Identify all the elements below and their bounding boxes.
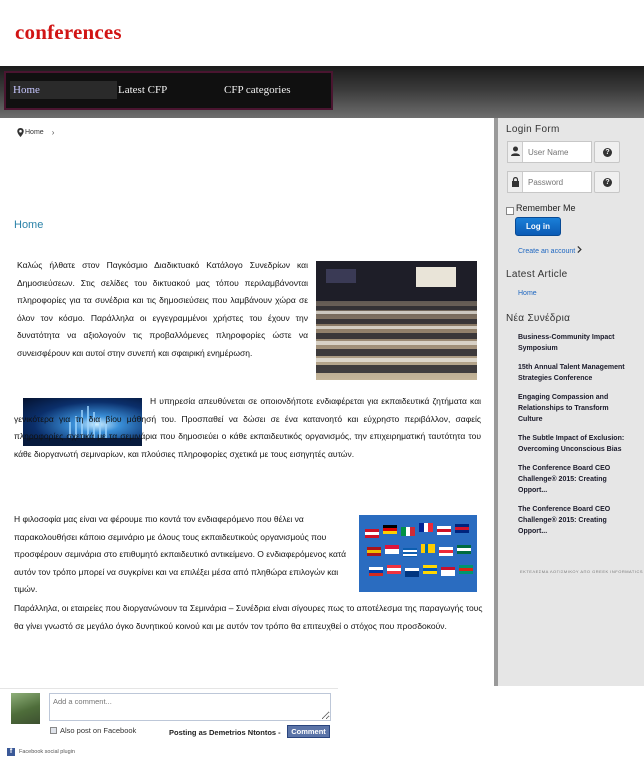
- remember-me[interactable]: Remember Me: [506, 203, 576, 215]
- comment-button[interactable]: Comment: [287, 725, 330, 738]
- latest-article-link[interactable]: Home: [518, 290, 537, 297]
- sidebar-footer-credit: ΕΚΤΕΛΕΣΜΑ ΛΟΓΙΣΜΙΚΟΥ ΑΠΟ GREEK INFORMATI…: [520, 569, 644, 574]
- facebook-comments: Also post on Facebook Posting as Demetri…: [0, 688, 338, 768]
- philosophy-paragraph: Η φιλοσοφία μας είναι να φέρουμε πιο κον…: [14, 514, 347, 594]
- facebook-plugin-text: Facebook social plugin: [19, 749, 75, 755]
- latest-article-heading: Latest Article: [506, 269, 568, 280]
- eu-flags-image: [359, 515, 477, 592]
- conference-item[interactable]: Engaging Compassion and Relationships to…: [518, 392, 626, 425]
- sidebar: Login Form ? ? Remember Me Log in Create…: [494, 118, 644, 686]
- password-field: [507, 171, 592, 193]
- facebook-plugin-label[interactable]: f Facebook social plugin: [7, 748, 75, 756]
- avatar: [11, 693, 40, 724]
- password-input[interactable]: [524, 172, 591, 192]
- conference-item[interactable]: The Subtle Impact of Exclusion: Overcomi…: [518, 433, 626, 455]
- nav-item-cfp-categories[interactable]: CFP categories: [224, 81, 324, 99]
- question-icon: ?: [603, 148, 612, 157]
- comment-input[interactable]: [49, 693, 331, 721]
- create-account-label: Create an account: [518, 248, 576, 255]
- question-icon: ?: [603, 178, 612, 187]
- username-input[interactable]: [524, 142, 591, 162]
- username-field: [507, 141, 592, 163]
- username-help-button[interactable]: ?: [594, 141, 620, 163]
- breadcrumb: Home ›: [17, 128, 54, 137]
- breadcrumb-home[interactable]: Home: [25, 129, 44, 136]
- nav-item-latest-cfp[interactable]: Latest CFP: [118, 81, 218, 99]
- also-post-checkbox[interactable]: [50, 727, 57, 734]
- nav-item-home[interactable]: Home: [10, 81, 117, 99]
- password-help-button[interactable]: ?: [594, 171, 620, 193]
- user-icon: [508, 142, 523, 162]
- site-header: conferences: [0, 0, 644, 66]
- conference-item[interactable]: The Conference Board CEO Challenge® 2015…: [518, 504, 626, 537]
- login-form-heading: Login Form: [506, 124, 560, 135]
- remember-me-label: Remember Me: [516, 203, 576, 213]
- also-post-label: Also post on Facebook: [60, 726, 137, 735]
- remember-me-checkbox[interactable]: [506, 207, 514, 215]
- service-paragraph: Η υπηρεσία απευθύνεται σε οποιονδήποτε ε…: [14, 396, 481, 459]
- organizers-paragraph: Παράλληλα, οι εταιρείες που διοργανώνουν…: [14, 603, 483, 631]
- breadcrumb-separator: ›: [51, 128, 55, 137]
- conference-item[interactable]: Business-Community Impact Symposium: [518, 332, 626, 354]
- intro-paragraph: Καλώς ήλθατε στον Παγκόσμιο Διαδικτυακό …: [17, 260, 308, 358]
- page-title: Home: [14, 219, 44, 231]
- create-account-link[interactable]: Create an account: [518, 246, 583, 255]
- lock-icon: [508, 172, 523, 192]
- posting-as-label: Posting as Demetrios Ntontos -: [169, 728, 281, 737]
- conference-hall-image: [316, 261, 477, 380]
- facebook-icon: f: [7, 748, 15, 756]
- main-menu: Home Latest CFP CFP categories: [4, 71, 333, 110]
- new-conferences-heading: Νέα Συνέδρια: [506, 313, 571, 324]
- conference-item[interactable]: The Conference Board CEO Challenge® 2015…: [518, 463, 626, 496]
- page-footer-blank: [338, 688, 644, 768]
- nav-band: Home Latest CFP CFP categories: [0, 66, 644, 118]
- chevron-right-icon: [577, 246, 582, 253]
- login-button[interactable]: Log in: [515, 217, 561, 236]
- location-pin-icon: [17, 128, 24, 137]
- conference-item[interactable]: 15th Annual Talent Management Strategies…: [518, 362, 626, 384]
- new-conferences-list: Business-Community Impact Symposium 15th…: [518, 332, 626, 545]
- main-content: Home › Home Καλώς ήλθατε στον Παγκόσμιο …: [0, 118, 494, 688]
- also-post-option[interactable]: Also post on Facebook: [50, 726, 136, 735]
- site-logo[interactable]: conferences: [15, 20, 122, 45]
